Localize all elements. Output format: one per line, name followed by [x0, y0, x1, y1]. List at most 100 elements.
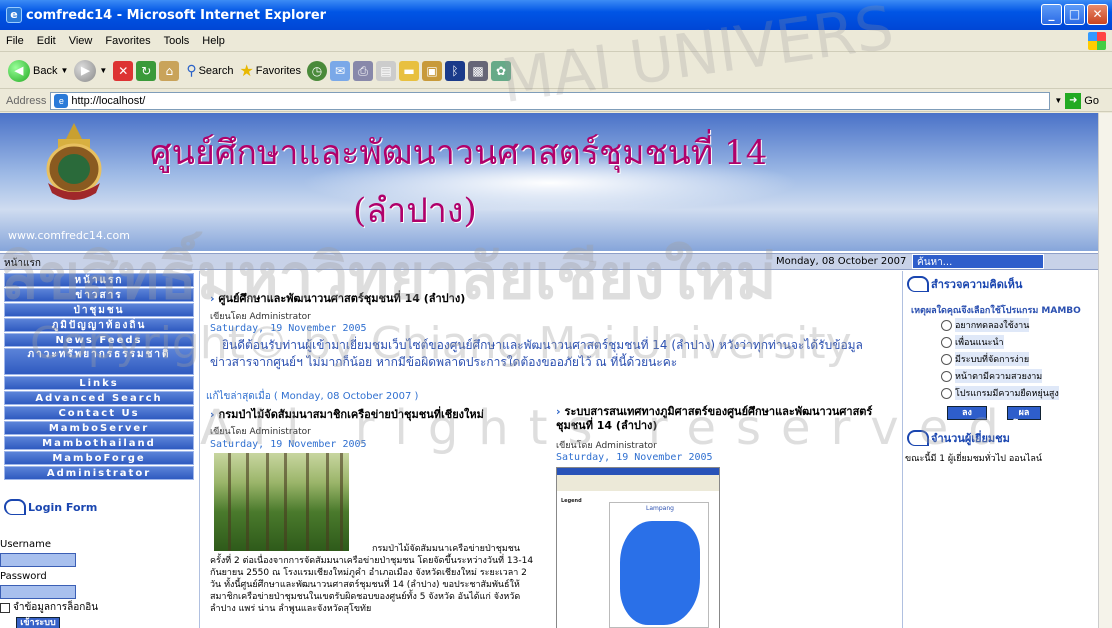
username-input[interactable]: [0, 553, 76, 567]
research-icon[interactable]: ▣: [422, 60, 443, 81]
favorites-button[interactable]: ★ Favorites: [239, 61, 301, 81]
gis-screenshot: Legend Lampang: [556, 467, 720, 628]
poll-option[interactable]: เพื่อนแนะนำ: [941, 335, 1004, 349]
menu-item-news-feeds[interactable]: News Feeds: [4, 333, 194, 347]
article3-date: Saturday, 19 November 2005: [556, 452, 713, 463]
login-form-header: Login Form: [4, 499, 97, 515]
menu-item-contact-us[interactable]: Contact Us: [4, 406, 194, 420]
home-icon[interactable]: ⌂: [159, 60, 180, 81]
poll-option[interactable]: มีระบบที่จัดการง่าย: [941, 352, 1030, 366]
forward-arrow-icon: ▶: [74, 59, 97, 82]
close-button[interactable]: ✕: [1087, 4, 1108, 25]
menu-item-natural-resources[interactable]: ภาวะทรัพยากรธรรมชาติ: [4, 348, 194, 375]
print-icon[interactable]: ⎙: [353, 60, 374, 81]
remember-checkbox[interactable]: [0, 602, 10, 613]
royal-seal-logo: [46, 123, 102, 200]
address-label: Address: [6, 94, 47, 107]
main-article-title[interactable]: › ศูนย์ศึกษาและพัฒนาวนศาสตร์ชุมชนที่ 14 (…: [210, 289, 465, 307]
menu-tools[interactable]: Tools: [164, 35, 190, 47]
bluetooth-icon[interactable]: ᛒ: [445, 60, 466, 81]
radio-icon: [941, 336, 952, 348]
forward-button[interactable]: ▶ ▼: [74, 59, 108, 82]
pathway-bar: หน้าแรก Monday, 08 October 2007 ค้นหา...: [0, 253, 1098, 270]
search-button[interactable]: ⚲ Search: [186, 62, 233, 79]
menu-item-home[interactable]: หน้าแรก: [4, 273, 194, 287]
article2-date: Saturday, 19 November 2005: [210, 439, 367, 450]
menu-edit[interactable]: Edit: [37, 35, 56, 47]
web-page: ศูนย์ศึกษาและพัฒนาวนศาสตร์ชุมชนที่ 14 (ล…: [0, 113, 1098, 628]
map-legend: Legend: [561, 498, 582, 504]
menu-item-administrator[interactable]: Administrator: [4, 466, 194, 480]
address-bar: Address e http://localhost/ ▼ ➜ Go: [0, 90, 1112, 112]
go-label: Go: [1084, 94, 1099, 107]
article2-caption: กรมป่าไม้จัดสัมมนาเครือข่ายป่าชุมชน: [372, 544, 521, 554]
menu-help[interactable]: Help: [202, 35, 225, 47]
mail-icon[interactable]: ✉: [330, 60, 351, 81]
login-button[interactable]: เข้าระบบ: [16, 617, 60, 628]
menu-item-local-wisdom[interactable]: ภูมิปัญญาท้องถิ่น: [4, 318, 194, 332]
address-input[interactable]: e http://localhost/: [50, 91, 1051, 110]
menu-item-mamboserver[interactable]: MamboServer: [4, 421, 194, 435]
go-button[interactable]: ▼ ➜ Go: [1054, 92, 1099, 109]
history-icon[interactable]: ◷: [307, 60, 328, 81]
refresh-icon[interactable]: ↻: [136, 60, 157, 81]
map-title: Lampang: [646, 505, 674, 512]
chevron-down-icon: ▼: [99, 66, 108, 75]
edit-icon[interactable]: ▤: [376, 60, 397, 81]
radio-icon: [941, 319, 952, 331]
minimize-button[interactable]: _: [1041, 4, 1062, 25]
back-button[interactable]: ◀ Back ▼: [8, 59, 69, 82]
folder-icon[interactable]: ▬: [399, 60, 420, 81]
favorites-label: Favorites: [255, 64, 302, 77]
site-banner: ศูนย์ศึกษาและพัฒนาวนศาสตร์ชุมชนที่ 14 (ล…: [0, 113, 1098, 251]
menubar: File Edit View Favorites Tools Help: [0, 30, 1112, 52]
stop-icon[interactable]: ✕: [113, 60, 134, 81]
main-article-body: ยินดีต้อนรับท่านผู้เข้ามาเยี่ยมชมเว็บไซต…: [210, 338, 863, 369]
breadcrumb[interactable]: หน้าแรก: [4, 256, 41, 271]
vertical-scrollbar[interactable]: [1098, 113, 1112, 628]
results-button[interactable]: ผลโหวต: [1007, 406, 1041, 430]
remember-label: จำข้อมูลการล็อกอิน: [13, 602, 99, 613]
chevron-down-icon: ▼: [1054, 96, 1063, 105]
password-input[interactable]: [0, 585, 76, 599]
poll-option[interactable]: โปรแกรมมีความยืดหยุ่นสูง: [941, 386, 1059, 400]
menu-item-links[interactable]: Links: [4, 376, 194, 390]
banner-title-line1: ศูนย์ศึกษาและพัฒนาวนศาสตร์ชุมชนที่ 14: [150, 133, 768, 173]
menu-item-mambothailand[interactable]: Mambothailand: [4, 436, 194, 450]
bullet-icon: ›: [210, 408, 215, 421]
back-arrow-icon: ◀: [8, 59, 30, 82]
menu-item-community-forest[interactable]: ป่าชุมชน: [4, 303, 194, 317]
toolbar: ◀ Back ▼ ▶ ▼ ✕ ↻ ⌂ ⚲ Search ★ Favorites …: [0, 53, 1112, 89]
left-sidebar: หน้าแรก ข่าวสาร ป่าชุมชน ภูมิปัญญาท้องถิ…: [0, 271, 200, 628]
site-search-input[interactable]: ค้นหา...: [912, 254, 1044, 269]
vote-button[interactable]: ลงคะแนน: [947, 406, 987, 430]
poll-question: เหตุผลใดคุณจึงเลือกใช้โปรแกรม MAMBO: [911, 306, 1081, 316]
main-content: › ศูนย์ศึกษาและพัฒนาวนศาสตร์ชุมชนที่ 14 (…: [206, 271, 896, 628]
menu-item-mamboforge[interactable]: MamboForge: [4, 451, 194, 465]
search-label: Search: [198, 64, 234, 77]
province-map-shape: [620, 521, 700, 625]
main-article-date: Saturday, 19 November 2005: [210, 323, 367, 334]
remember-me[interactable]: จำข้อมูลการล็อกอิน: [0, 600, 98, 615]
menu-item-advanced-search[interactable]: Advanced Search: [4, 391, 194, 405]
search-icon: ⚲: [186, 62, 197, 78]
poll-option[interactable]: อยากทดลองใช้งาน: [941, 318, 1030, 332]
address-url: http://localhost/: [71, 94, 146, 107]
chevron-down-icon: ▼: [60, 66, 69, 75]
poll-header: สำรวจความคิดเห็น: [907, 275, 1022, 293]
menu-file[interactable]: File: [6, 35, 24, 47]
menu-item-news[interactable]: ข่าวสาร: [4, 288, 194, 302]
menu-view[interactable]: View: [69, 35, 93, 47]
banner-title-line2: (ลำปาง): [353, 191, 477, 231]
poll-option[interactable]: หน้าตามีความสวยงาม: [941, 369, 1043, 383]
messenger-icon[interactable]: ▩: [468, 60, 489, 81]
maximize-button[interactable]: □: [1064, 4, 1085, 25]
page-icon: e: [54, 93, 69, 108]
arrow-icon: [4, 499, 26, 515]
radio-icon: [941, 370, 952, 382]
article3-title[interactable]: › ระบบสารสนเทศทางภูมิศาสตร์ของศูนย์ศึกษาแ…: [556, 405, 896, 433]
bullet-icon: ›: [210, 292, 215, 305]
menu-favorites[interactable]: Favorites: [105, 35, 150, 47]
plugin-icon[interactable]: ✿: [491, 60, 512, 81]
article2-title[interactable]: › กรมป่าไม้จัดสัมมนาสมาชิกเครือข่ายป่าชุม…: [210, 405, 484, 423]
